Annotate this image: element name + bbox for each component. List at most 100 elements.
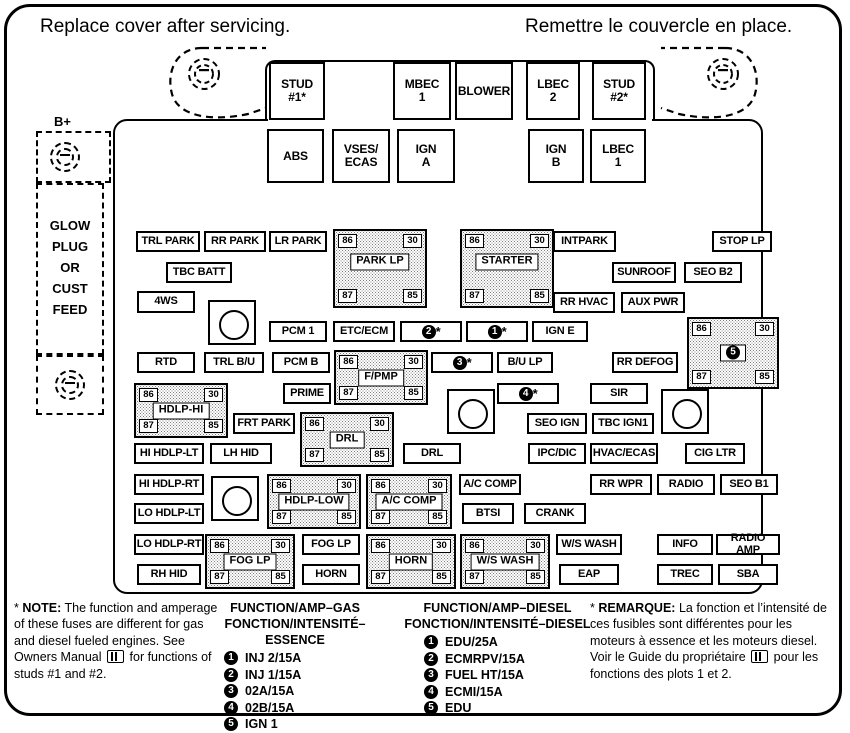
block-lbec-2[interactable]: LBEC 2: [526, 62, 580, 120]
fuse-4ws[interactable]: 4WS: [137, 291, 195, 313]
block-mbec-1[interactable]: MBEC 1: [393, 62, 451, 120]
legend-row-text: IGN 1: [245, 717, 278, 731]
relay-pin-30: 30: [530, 234, 549, 248]
fuse-stop-lp[interactable]: STOP LP: [712, 231, 772, 252]
fuse-prime[interactable]: PRIME: [283, 383, 331, 404]
fuse-etc-ecm[interactable]: ETC/ECM: [333, 321, 395, 342]
fuse-crank[interactable]: CRANK: [524, 503, 586, 524]
block-vses-ecas[interactable]: VSES/ ECAS: [332, 129, 390, 183]
relay-pin-86: 86: [339, 355, 358, 369]
fuse-bu-lp[interactable]: B/U LP: [497, 352, 553, 373]
fuse-seo-b2[interactable]: SEO B2: [684, 262, 742, 283]
note-french-star: *: [590, 601, 595, 615]
number-badge-4: 4: [424, 684, 438, 699]
block-lbec-1[interactable]: LBEC 1: [590, 129, 646, 183]
fuse-lo-hdlp-rt[interactable]: LO HDLP-RT: [134, 534, 204, 555]
fuse-rh-hid[interactable]: RH HID: [137, 564, 201, 585]
fuse-intpark[interactable]: INTPARK: [553, 231, 616, 252]
fuse-sir[interactable]: SIR: [590, 383, 648, 404]
empty-relay-socket-2[interactable]: [447, 389, 495, 434]
fuse-sba[interactable]: SBA: [718, 564, 778, 585]
fuse-trec[interactable]: TREC: [657, 564, 713, 585]
fuse-cig-ltr[interactable]: CIG LTR: [685, 443, 745, 464]
fuse-drl[interactable]: DRL: [403, 443, 461, 464]
fuse-ac-comp[interactable]: A/C COMP: [459, 474, 521, 495]
relay-ign1-numbered-5[interactable]: 86 30 87 85 5: [687, 317, 779, 389]
block-ign-b[interactable]: IGN B: [528, 129, 584, 183]
fuse-frt-park[interactable]: FRT PARK: [233, 413, 295, 434]
block-abs[interactable]: ABS: [267, 129, 324, 183]
block-stud-1[interactable]: STUD #1*: [269, 62, 325, 120]
fuse-trl-bu[interactable]: TRL B/U: [204, 352, 264, 373]
gas-title-fr: FONCTION/INTENSITÉ–ESSENCE: [224, 617, 366, 647]
fuse-pcm-b[interactable]: PCM B: [272, 352, 330, 373]
fuse-ipc-dic[interactable]: IPC/DIC: [528, 443, 586, 464]
heading-english: Replace cover after servicing.: [40, 16, 291, 37]
fuse-horn[interactable]: HORN: [302, 564, 360, 585]
relay-label: DRL: [329, 431, 365, 448]
fuse-rtd[interactable]: RTD: [137, 352, 195, 373]
fuse-info[interactable]: INFO: [657, 534, 713, 555]
fuse-numbered-1[interactable]: 1 *: [466, 321, 528, 342]
fuse-trl-park[interactable]: TRL PARK: [136, 231, 200, 252]
fuse-hi-hdlp-lt[interactable]: HI HDLP-LT: [134, 443, 204, 464]
relay-pin-85: 85: [428, 510, 447, 524]
relay-ws-wash[interactable]: 86 30 87 85 W/S WASH: [460, 534, 550, 589]
fuse-ign-e[interactable]: IGN E: [532, 321, 588, 342]
fuse-seo-b1[interactable]: SEO B1: [720, 474, 778, 495]
fuse-eap[interactable]: EAP: [559, 564, 619, 585]
fuse-numbered-3[interactable]: 3 *: [431, 352, 493, 373]
relay-fpmp[interactable]: 86 30 87 85 F/PMP: [334, 350, 428, 405]
fuse-rr-park[interactable]: RR PARK: [204, 231, 266, 252]
empty-relay-socket-4[interactable]: [211, 476, 259, 521]
fuse-seo-ign[interactable]: SEO IGN: [527, 413, 587, 434]
fuse-numbered-2[interactable]: 2 *: [400, 321, 462, 342]
relay-hdlp-low[interactable]: 86 30 87 85 HDLP-LOW: [267, 474, 361, 529]
relay-drl[interactable]: 86 30 87 85 DRL: [300, 412, 394, 467]
relay-hdlp-hi[interactable]: 86 30 87 85 HDLP-HI: [134, 383, 228, 438]
fuse-radio-amp[interactable]: RADIO AMP: [716, 532, 780, 555]
relay-pin-87: 87: [272, 510, 291, 524]
fuse-rr-defog[interactable]: RR DEFOG: [612, 352, 678, 373]
fuse-tbc-batt[interactable]: TBC BATT: [166, 262, 232, 283]
fuse-hi-hdlp-rt[interactable]: HI HDLP-RT: [134, 474, 204, 495]
block-stud-2[interactable]: STUD #2*: [592, 62, 646, 120]
fuse-lh-hid[interactable]: LH HID: [210, 443, 272, 464]
legend-row-text: ECMI/15A: [445, 684, 503, 699]
relay-ac-comp[interactable]: 86 30 87 85 A/C COMP: [366, 474, 452, 529]
fuse-numbered-4[interactable]: 4 *: [497, 383, 559, 404]
fuse-pcm-1[interactable]: PCM 1: [269, 321, 327, 342]
relay-pin-87: 87: [465, 289, 484, 303]
fuse-aux-pwr[interactable]: AUX PWR: [621, 292, 685, 313]
relay-starter[interactable]: 86 30 87 85 STARTER: [460, 229, 554, 308]
fuse-fog-lp[interactable]: FOG LP: [302, 534, 360, 555]
glow-plug-line-3: CUST: [52, 281, 88, 296]
fuse-lo-hdlp-lt[interactable]: LO HDLP-LT: [134, 503, 204, 524]
relay-fog-lp[interactable]: 86 30 87 85 FOG LP: [205, 534, 295, 589]
relay-pin-85: 85: [204, 419, 223, 433]
empty-relay-socket-3[interactable]: [661, 389, 709, 434]
relay-park-lp[interactable]: 86 30 87 85 PARK LP: [333, 229, 427, 308]
number-badge-2: 2: [421, 324, 436, 339]
fuse-btsi[interactable]: BTSI: [462, 503, 514, 524]
block-ign-a[interactable]: IGN A: [397, 129, 455, 183]
empty-relay-socket-1[interactable]: [208, 300, 256, 345]
fuse-radio[interactable]: RADIO: [657, 474, 715, 495]
fuse-sunroof[interactable]: SUNROOF: [612, 262, 676, 283]
relay-pin-86: 86: [692, 322, 711, 336]
fuse-lr-park[interactable]: LR PARK: [269, 231, 327, 252]
fuse-rr-hvac[interactable]: RR HVAC: [553, 292, 615, 313]
relay-label: F/PMP: [358, 369, 404, 386]
bplus-stud-icon: [50, 142, 80, 172]
legend-row-text: EDU: [445, 701, 472, 715]
relay-pin-87: 87: [305, 448, 324, 462]
fuse-hvac-ecas[interactable]: HVAC/ECAS: [590, 443, 658, 464]
relay-pin-30: 30: [404, 355, 423, 369]
relay-pin-87: 87: [210, 570, 229, 584]
right-lug-flag: [655, 42, 765, 122]
fuse-ws-wash[interactable]: W/S WASH: [556, 534, 622, 555]
fuse-rr-wpr[interactable]: RR WPR: [590, 474, 652, 495]
block-blower[interactable]: BLOWER: [455, 62, 513, 120]
fuse-tbc-ign1[interactable]: TBC IGN1: [592, 413, 654, 434]
relay-horn[interactable]: 86 30 87 85 HORN: [366, 534, 456, 589]
